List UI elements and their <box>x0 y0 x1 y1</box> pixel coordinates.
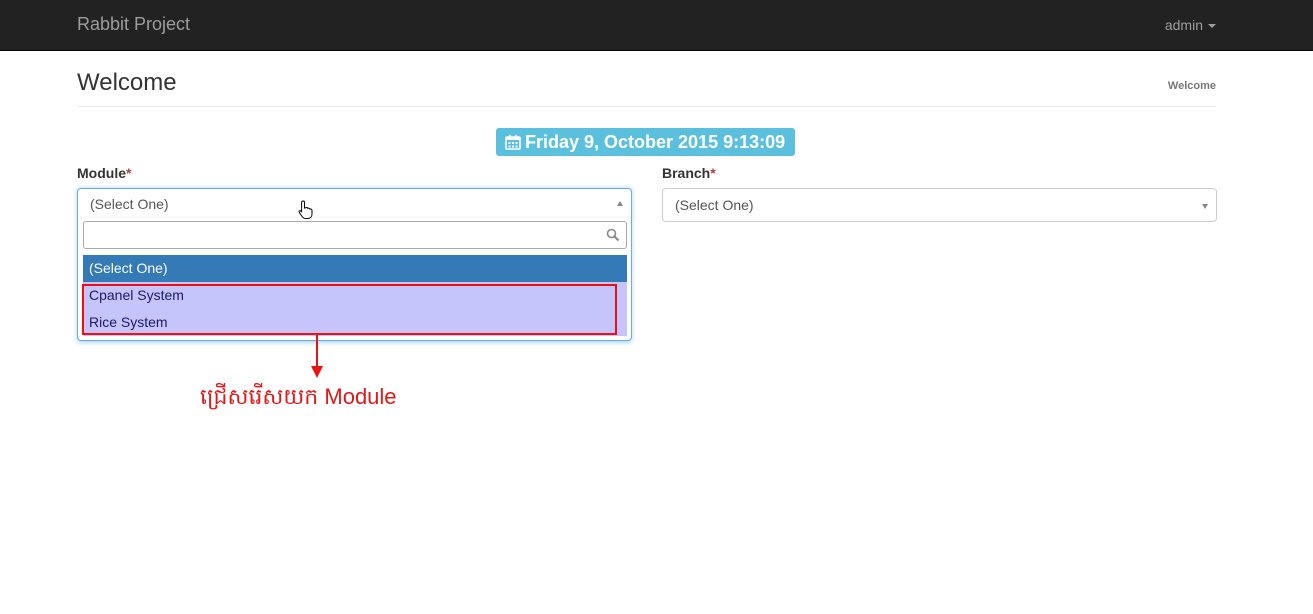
module-search-input[interactable] <box>83 221 627 249</box>
module-option-select-one[interactable]: (Select One) <box>83 255 627 282</box>
module-select[interactable]: (Select One) <box>77 188 632 220</box>
required-mark: * <box>710 165 716 181</box>
module-select-value: (Select One) <box>90 196 169 212</box>
branch-select-value: (Select One) <box>675 197 754 213</box>
module-option-rice-system[interactable]: Rice System <box>83 309 627 336</box>
required-mark: * <box>126 165 132 181</box>
search-icon <box>606 228 620 247</box>
module-label-text: Module <box>77 165 126 181</box>
hand-pointer-icon <box>297 200 315 225</box>
module-option-cpanel-system[interactable]: Cpanel System <box>83 282 627 309</box>
header-divider <box>77 106 1216 107</box>
brand-link[interactable]: Rabbit Project <box>77 14 190 35</box>
user-menu[interactable]: admin <box>1165 17 1216 33</box>
page-title: Welcome <box>77 69 177 96</box>
annotation-arrow-icon <box>309 334 325 385</box>
breadcrumb: Welcome <box>1167 80 1216 92</box>
datetime-badge: Friday 9, October 2015 9:13:09 <box>496 128 796 158</box>
arrow-down-icon <box>1202 204 1208 209</box>
calendar-icon <box>505 130 521 158</box>
branch-select[interactable]: (Select One) <box>662 188 1217 222</box>
arrow-up-icon <box>617 201 623 206</box>
branch-label: Branch* <box>662 165 716 181</box>
navbar: Rabbit Project admin <box>0 0 1313 51</box>
module-label: Module* <box>77 165 131 181</box>
branch-label-text: Branch <box>662 165 711 181</box>
annotation-text: ជ្រើសរើសយក Module <box>200 384 397 409</box>
datetime-text: Friday 9, October 2015 9:13:09 <box>525 132 786 152</box>
module-dropdown: (Select One) Cpanel System Rice System <box>77 218 632 341</box>
caret-down-icon <box>1208 24 1216 29</box>
user-name: admin <box>1164 17 1203 33</box>
